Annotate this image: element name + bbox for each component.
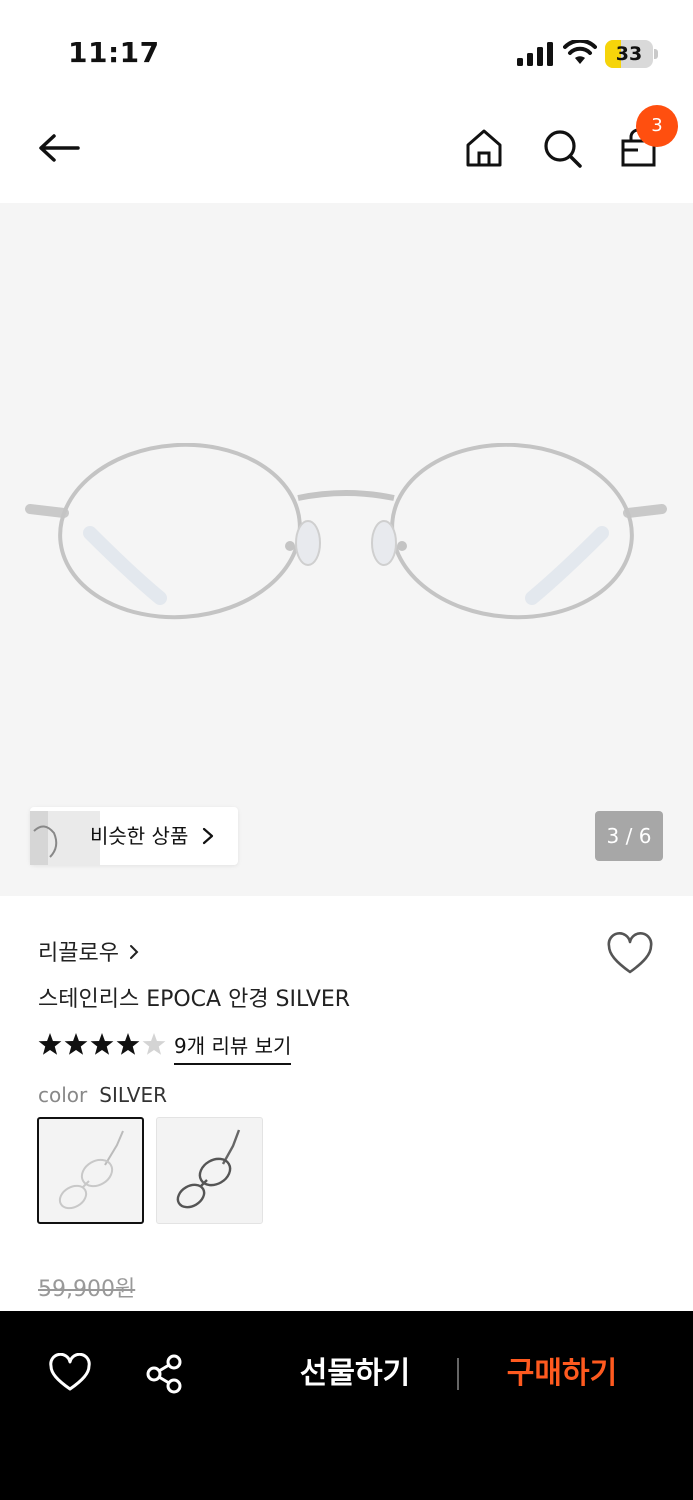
similar-products-label: 비슷한 상품 [90,824,189,848]
original-price: 59,900원 [38,1277,136,1302]
wifi-icon [563,40,597,64]
swatch-image [58,1130,124,1210]
battery-indicator: 33 [605,40,658,68]
color-swatch-silver[interactable] [37,1117,144,1224]
star-icon [142,1033,166,1055]
buy-button[interactable]: 구매하기 [497,1349,627,1399]
status-bar: 11:17 33 [0,0,693,100]
heart-icon[interactable] [606,932,654,976]
color-label: color [38,1083,88,1107]
battery-level: 33 [615,43,643,65]
brand-name: 리끌로우 [38,941,119,966]
gift-button[interactable]: 선물하기 [290,1349,420,1399]
product-image [25,443,667,620]
cart-count-badge: 3 [636,105,678,147]
divider [457,1358,459,1390]
home-icon[interactable] [462,126,506,170]
bottom-action-bar: 선물하기 구매하기 [0,1311,693,1500]
product-image-carousel[interactable]: 비슷한 상품 3 / 6 [0,203,693,896]
star-icon [90,1033,114,1055]
search-icon[interactable] [540,126,584,170]
back-arrow-icon[interactable] [34,128,84,168]
swatch-image [176,1129,241,1209]
star-icon [38,1033,62,1055]
heart-icon[interactable] [48,1353,92,1393]
share-icon[interactable] [144,1353,186,1395]
rating-stars [38,1033,166,1055]
similar-products-button[interactable]: 비슷한 상품 [30,807,238,865]
star-icon [116,1033,140,1055]
color-value: SILVER [99,1083,168,1107]
review-link[interactable]: 9개 리뷰 보기 [174,1030,292,1065]
top-nav: 3 [0,100,693,203]
chevron-right-icon [202,827,214,845]
image-page-indicator: 3 / 6 [595,811,663,861]
color-row: color SILVER [38,1083,167,1107]
brand-link[interactable]: 리끌로우 [38,935,139,967]
color-swatch-dark[interactable] [156,1117,263,1224]
star-icon [64,1033,88,1055]
signal-icon [517,42,553,66]
chevron-right-icon [129,945,139,959]
status-time: 11:17 [68,36,160,69]
product-title: 스테인리스 EPOCA 안경 SILVER [38,987,351,1012]
